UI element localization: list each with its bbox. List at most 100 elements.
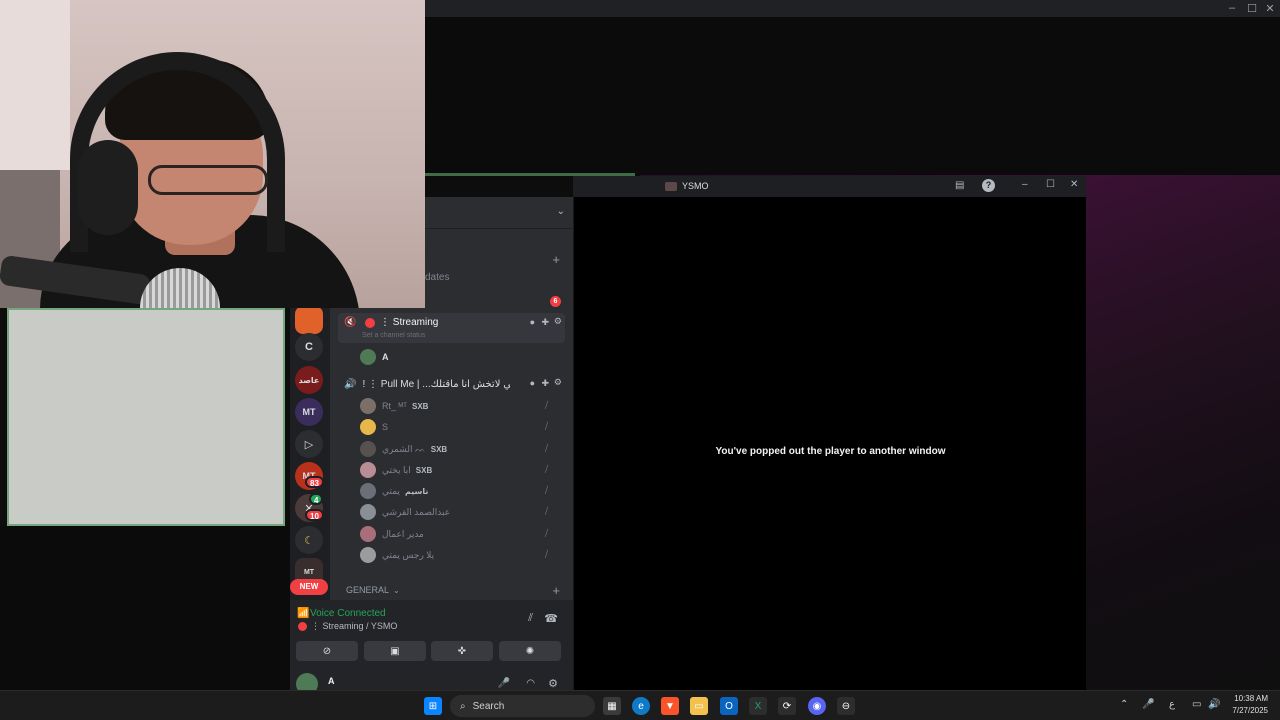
microphone-icon[interactable]: 🎤 (1142, 699, 1154, 710)
server-label: MT (302, 407, 316, 417)
deafened-icon: ⧸ (545, 464, 549, 474)
microphone-icon[interactable]: 🎤 (498, 678, 510, 689)
app-logo-icon (665, 182, 677, 191)
live-dot-icon (365, 318, 375, 328)
headphones-icon[interactable]: ◠ (526, 678, 535, 689)
current-user-name[interactable]: A (328, 676, 335, 686)
voice-user[interactable]: يمتي ناسيم ⧸ (360, 481, 560, 501)
file-explorer-icon[interactable]: ▭ (690, 697, 708, 715)
server-icon[interactable] (295, 306, 323, 334)
invite-icon[interactable]: ✚ (541, 317, 549, 328)
user-name: الشمري ᨓ (382, 443, 426, 454)
avatar (360, 504, 376, 520)
user-name: يمتي (382, 485, 400, 496)
voice-user[interactable]: A (360, 347, 560, 367)
help-icon[interactable]: ? (982, 179, 995, 192)
windows-start-icon[interactable]: ⊞ (424, 697, 442, 715)
outlook-icon[interactable]: O (720, 697, 738, 715)
noise-suppression-icon[interactable]: ⫽ (528, 612, 533, 625)
taskbar-search[interactable]: ⌕ Search (450, 695, 595, 717)
voice-status[interactable]: Voice Connected (310, 608, 386, 619)
clan-tag: SXB (415, 465, 433, 475)
channel-status-placeholder[interactable]: Set a channel status (362, 332, 425, 339)
disconnect-icon[interactable]: ☎ (544, 612, 558, 625)
brave-icon[interactable]: ▼ (661, 697, 679, 715)
signal-icon[interactable]: 📶 (297, 608, 309, 619)
voice-user[interactable]: الشمري ᨓ SXB ⧸ (360, 439, 560, 459)
user-name: Rt_ ᴹᵀ (382, 401, 407, 411)
minimize-icon[interactable]: – (1022, 179, 1028, 190)
voice-user[interactable]: ابا يختي SXB ⧸ (360, 460, 560, 480)
deafened-icon: ⧸ (545, 528, 549, 538)
screen-share-icon: ▣ (390, 645, 400, 657)
chat-icon[interactable]: ● (530, 317, 535, 327)
invite-icon[interactable]: ✚ (541, 378, 549, 389)
chevron-down-icon[interactable]: ⌄ (557, 206, 565, 217)
player-title: YSMO (682, 181, 709, 191)
server-icon[interactable]: C (295, 333, 323, 361)
maximize-icon[interactable]: ☐ (1243, 2, 1261, 15)
voice-channel-streaming[interactable]: 🔇 ⋮ Streaming Set a channel status ● ✚ ⚙ (338, 313, 565, 343)
player-titlebar: YSMO ▤ ? – ☐ ✕ (573, 176, 1086, 197)
soundboard-button[interactable]: ✺ (499, 641, 561, 661)
server-icon[interactable]: MT (295, 398, 323, 426)
settings-icon[interactable]: ⚙ (554, 377, 562, 388)
maximize-icon[interactable]: ☐ (1046, 179, 1055, 190)
server-icon[interactable]: ▷ (295, 430, 323, 458)
webcam-feed (0, 0, 425, 308)
deafened-icon: ⧸ (545, 443, 549, 453)
close-icon[interactable]: ✕ (1070, 179, 1078, 190)
category-label: GENERAL (346, 585, 390, 595)
search-icon: ⌕ (460, 700, 466, 712)
background-window-content (425, 17, 1280, 177)
inbox-icon[interactable]: ▤ (955, 180, 964, 191)
clan-tag: SXB (430, 444, 448, 454)
chevron-up-icon[interactable]: ⌃ (1120, 699, 1128, 710)
voice-channel-pull-me[interactable]: 🔊 ! ⋮ Pull Me | ...قه يمتي لاتخش انا ماق… (338, 373, 565, 395)
voice-user[interactable]: Rt_ ᴹᵀ SXB ⧸ (360, 396, 560, 416)
close-icon[interactable]: ✕ (1261, 2, 1279, 15)
taskbar: ⊞ ⌕ Search ▦ e ▼ ▭ O X ⟳ ◉ ⊖ ⌃ 🎤 ع ▭ 🔊 1… (0, 690, 1280, 720)
user-name: عبدالصمد القرشي (382, 506, 451, 517)
speaker-icon: 🔊 (344, 378, 357, 390)
category-general[interactable]: GENERAL ⌄ + (338, 579, 565, 601)
speaker-muted-icon: 🔇 (344, 317, 357, 328)
excel-icon[interactable]: X (749, 697, 767, 715)
settings-icon[interactable]: ⚙ (554, 316, 562, 327)
discord-icon[interactable]: ◉ (808, 697, 826, 715)
network-icon[interactable]: ▭ (1192, 699, 1201, 710)
keyboard-language[interactable]: ع (1169, 699, 1175, 710)
voice-location[interactable]: ⋮ Streaming / YSMO (311, 621, 397, 632)
category-updates-label[interactable]: dates (425, 272, 449, 283)
app-icon[interactable]: ⟳ (778, 697, 796, 715)
screen-share-button[interactable]: ▣ (364, 641, 426, 661)
avatar (360, 483, 376, 499)
camera-off-button[interactable]: ⊘ (296, 641, 358, 661)
voice-user[interactable]: عبدالصمد القرشي ⧸ (360, 502, 560, 522)
user-settings-icon[interactable]: ⚙ (548, 677, 558, 690)
user-name: مدير اعمال (382, 528, 424, 539)
background-gradient-panel (1086, 175, 1280, 690)
voice-user[interactable]: يلا رجس يمتي ⧸ (360, 545, 560, 565)
chat-icon[interactable]: ● (530, 378, 535, 388)
clan-tag: SXB (412, 401, 429, 411)
minimize-icon[interactable]: – (1223, 2, 1241, 14)
server-icon[interactable]: عاصد (295, 366, 323, 394)
voice-connected-panel: 📶 Voice Connected ⋮ Streaming / YSMO ⫽ ☎… (290, 600, 573, 695)
app-icon-2[interactable]: ⊖ (837, 697, 855, 715)
gamepad-icon: ✜ (457, 645, 467, 657)
voice-user[interactable]: S ⧸ (360, 417, 560, 437)
clock-date[interactable]: 7/27/2025 (1225, 706, 1268, 715)
volume-icon[interactable]: 🔊 (1208, 699, 1220, 710)
new-badge: NEW (290, 579, 328, 595)
activities-button[interactable]: ✜ (431, 641, 493, 661)
voice-user[interactable]: مدير اعمال ⧸ (360, 524, 560, 544)
camera-off-icon: ⊘ (322, 645, 332, 657)
clock-time[interactable]: 10:38 AM (1230, 694, 1268, 703)
edge-icon[interactable]: e (632, 697, 650, 715)
clan-tag: ناسيم (404, 486, 429, 496)
add-icon[interactable]: + (552, 252, 560, 267)
server-icon[interactable]: ☾ (295, 526, 323, 554)
add-icon[interactable]: + (552, 583, 560, 598)
store-icon[interactable]: ▦ (603, 697, 621, 715)
